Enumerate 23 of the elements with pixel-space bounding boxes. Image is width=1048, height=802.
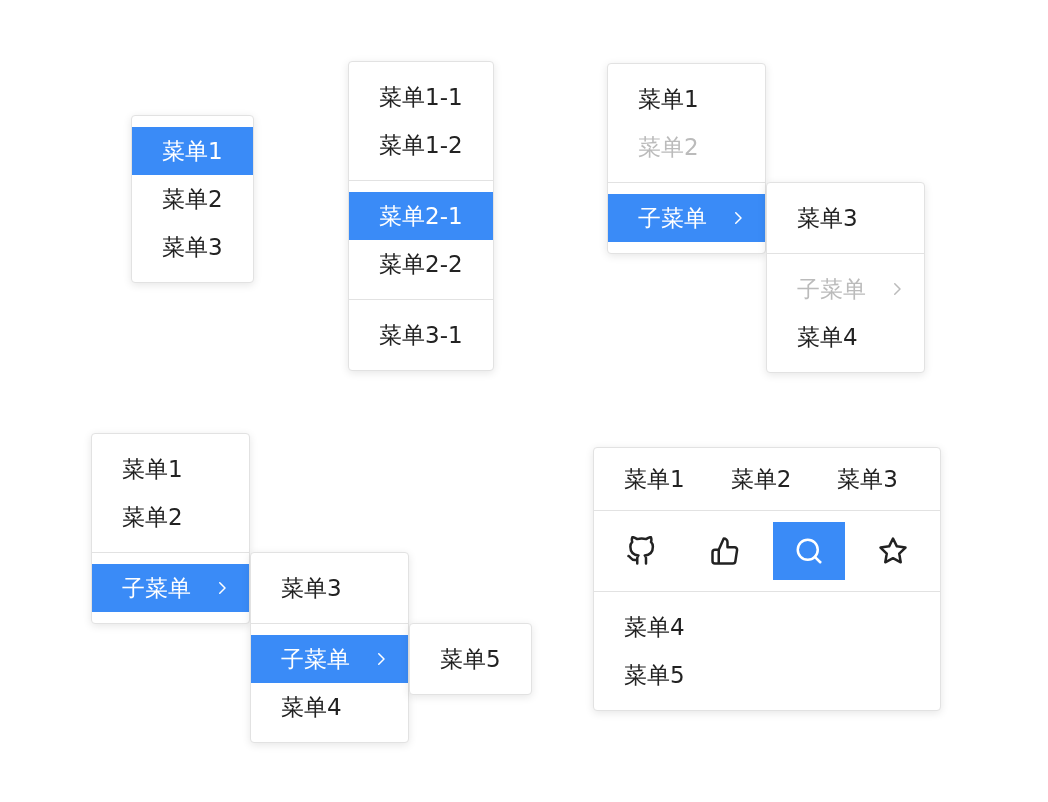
thumbs-up-icon [710,536,740,566]
menu-tab[interactable]: 菜单3 [814,457,921,501]
menu-item[interactable]: 菜单5 [594,651,940,699]
menu-item[interactable]: 菜单4 [767,313,924,361]
menu-item[interactable]: 菜单2-2 [349,240,493,288]
menu-tab[interactable]: 菜单1 [601,457,708,501]
menu-item[interactable]: 菜单3-1 [349,311,493,359]
menu-tab[interactable]: 菜单2 [707,457,815,501]
star-icon [878,536,908,566]
menu-item[interactable]: 菜单4 [594,603,940,651]
cat-head-icon [626,536,656,566]
menu-item[interactable]: 菜单5 [410,635,531,683]
menu-item[interactable]: 菜单1 [92,445,249,493]
menu-item[interactable]: 菜单3 [251,564,408,612]
menu-item[interactable]: 菜单2 [92,493,249,541]
menu-item[interactable]: 菜单1-1 [349,73,493,121]
menu-item[interactable]: 菜单1-2 [349,121,493,169]
menu-item[interactable]: 菜单3 [767,194,924,242]
menu-item[interactable]: 菜单3 [132,223,253,271]
menu-item[interactable]: 菜单1 [608,75,765,123]
search-icon [794,536,824,566]
menu-item[interactable]: 菜单2 [132,175,253,223]
menu-item[interactable]: 菜单4 [251,683,408,731]
